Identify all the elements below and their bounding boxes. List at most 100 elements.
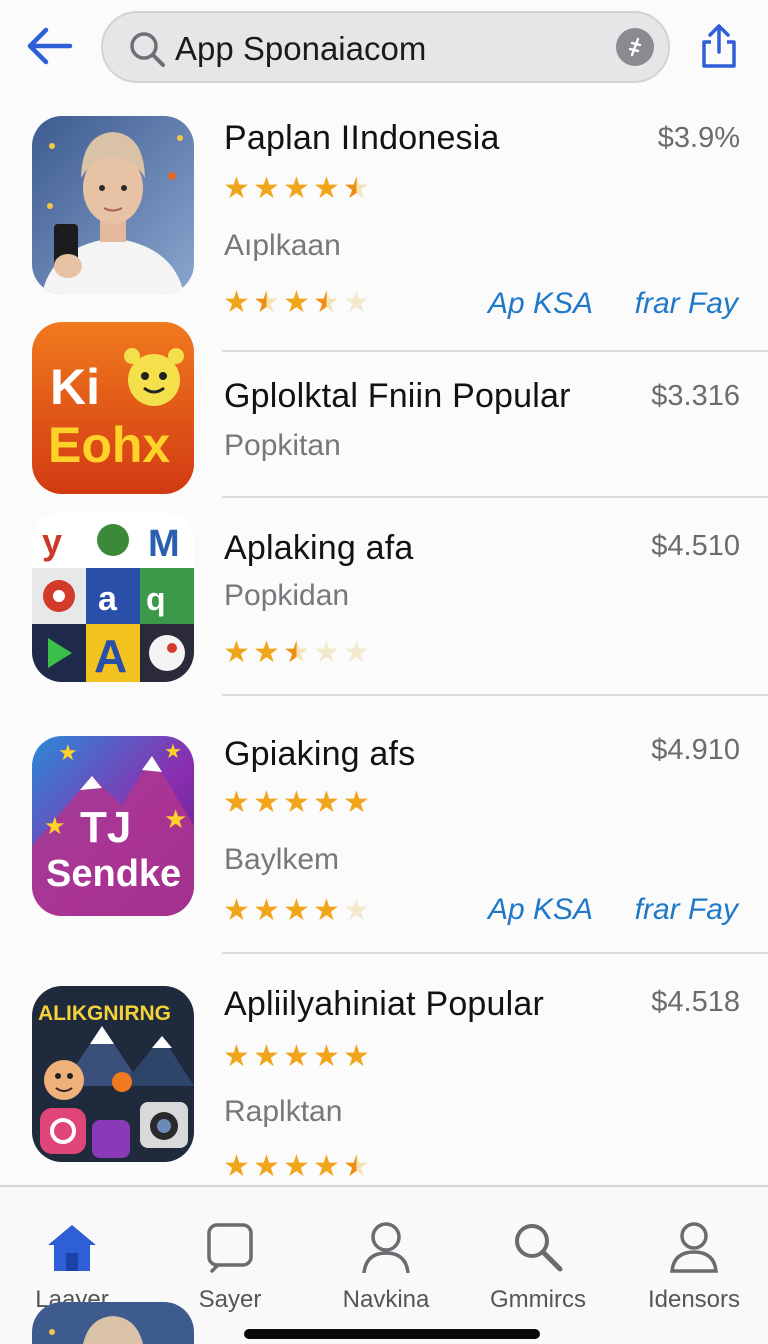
tab-gmmircs[interactable]: Gmmircs: [463, 1215, 613, 1315]
app-price[interactable]: $3.9%: [658, 120, 740, 156]
app-price[interactable]: $4.510: [651, 528, 740, 564]
star-icon: ★: [223, 636, 250, 669]
list-item[interactable]: ALIKGNIRNG Apliilyahiniat Popular $4.518…: [0, 954, 768, 1185]
tab-laayer[interactable]: Laayer: [0, 1215, 147, 1315]
tab-label: Gmmircs: [490, 1286, 586, 1313]
svg-text:★: ★: [44, 813, 66, 840]
app-link[interactable]: Ap KSA: [488, 892, 593, 928]
star-icon: ★: [253, 1150, 280, 1183]
star-empty-icon: ★: [343, 894, 370, 927]
star-empty-icon: ★: [343, 286, 370, 319]
app-logo-icon: ALIKGNIRNG: [32, 986, 194, 1162]
app-name: Gpiaking afs: [224, 735, 416, 773]
star-empty-icon: ★: [313, 636, 340, 669]
microphone-button[interactable]: [616, 28, 654, 66]
app-grid-icon: y M a q A: [32, 512, 194, 682]
icon-text: ALIKGNIRNG: [38, 1002, 171, 1025]
star-icon: ★: [313, 172, 340, 205]
home-icon: [48, 1225, 96, 1271]
star-icon: ★: [313, 786, 340, 819]
svg-text:A: A: [94, 630, 127, 682]
microphone-icon: [628, 37, 642, 57]
star-icon: ★: [223, 1040, 250, 1073]
star-icon: ★: [283, 172, 310, 205]
star-icon: ★: [283, 1150, 310, 1183]
svg-text:★: ★: [58, 740, 78, 765]
list-item[interactable]: ★ ★ ★ ★ TJ Sendke Gpiaking afs $4.910 ★ …: [0, 696, 768, 954]
star-icon: ★: [283, 286, 310, 319]
star-icon: ★: [313, 1150, 340, 1183]
star-icon: ★: [283, 894, 310, 927]
back-button[interactable]: [22, 22, 76, 70]
list-item[interactable]: y M a q A Aplaking afa $4.510 Popkidan ★…: [0, 498, 768, 696]
square-icon: [207, 1223, 253, 1273]
app-icon: Ki Eohx: [32, 322, 194, 494]
app-price[interactable]: $4.518: [651, 984, 740, 1020]
icon-text: Sendke: [46, 853, 181, 895]
icon-text: TJ: [80, 803, 131, 852]
share-icon: [702, 24, 736, 68]
tab-label: Navkina: [342, 1286, 430, 1313]
rating-stars: ★ ★ ★ ★ ★: [222, 288, 371, 318]
search-bar[interactable]: App Sponaiacom: [101, 11, 670, 83]
icon-text: Eohx: [48, 417, 170, 473]
app-icon: y M a q A: [32, 512, 194, 682]
app-name: Gplolktal Fniin Popular: [224, 377, 571, 415]
search-icon: [515, 1224, 563, 1272]
app-price[interactable]: $4.910: [651, 732, 740, 768]
app-name: Paplan IIndonesia: [224, 119, 500, 157]
star-icon: ★: [253, 636, 280, 669]
star-icon: ★: [223, 286, 250, 319]
star-icon: ★: [283, 786, 310, 819]
star-icon: ★: [313, 894, 340, 927]
search-input[interactable]: App Sponaiacom: [175, 29, 426, 69]
star-icon: ★: [343, 786, 370, 819]
app-logo-icon: Ki Eohx: [32, 322, 194, 494]
star-half-icon: ★: [283, 636, 310, 669]
list-item[interactable]: Paplan IIndonesia $3.9% ★ ★ ★ ★ ★ Aıplka…: [0, 100, 768, 352]
star-icon: ★: [223, 894, 250, 927]
search-icon: [130, 32, 165, 67]
tab-sayer[interactable]: Sayer: [155, 1215, 305, 1315]
star-icon: ★: [223, 786, 250, 819]
app-subtitle: Raplktan: [224, 1095, 343, 1128]
top-bar: App Sponaiacom: [0, 0, 768, 100]
rating-stars: ★ ★ ★ ★ ★: [222, 174, 371, 204]
star-icon: ★: [313, 1040, 340, 1073]
app-icon-peek: [32, 1302, 194, 1344]
svg-text:a: a: [98, 580, 118, 618]
star-icon: ★: [253, 172, 280, 205]
star-empty-icon: ★: [343, 636, 370, 669]
person-portrait-icon: [32, 116, 194, 294]
tab-label: Idensors: [647, 1286, 741, 1313]
rating-stars: ★ ★ ★ ★ ★: [222, 1042, 371, 1072]
app-link[interactable]: Ap KSA: [488, 286, 593, 322]
app-link[interactable]: frar Fay: [635, 892, 738, 928]
app-subtitle: Popkidan: [224, 579, 350, 612]
star-half-icon: ★: [253, 286, 280, 319]
app-subtitle: Popkitan: [224, 429, 341, 462]
home-indicator: [244, 1329, 540, 1339]
star-icon: ★: [343, 1040, 370, 1073]
svg-text:y: y: [42, 521, 62, 562]
svg-text:M: M: [148, 523, 180, 565]
app-name: Aplaking afa: [224, 529, 414, 567]
app-icon: ★ ★ ★ ★ TJ Sendke: [32, 736, 194, 916]
star-icon: ★: [283, 1040, 310, 1073]
app-list: Paplan IIndonesia $3.9% ★ ★ ★ ★ ★ Aıplka…: [0, 100, 768, 1185]
app-icon: [32, 116, 194, 294]
app-link[interactable]: frar Fay: [635, 286, 738, 322]
star-half-icon: ★: [343, 172, 370, 205]
star-icon: ★: [223, 1150, 250, 1183]
star-icon: ★: [253, 786, 280, 819]
tab-navkina[interactable]: Navkina: [311, 1215, 461, 1315]
share-button[interactable]: [696, 20, 742, 72]
app-icon: ALIKGNIRNG: [32, 986, 194, 1162]
tab-idensors[interactable]: Idensors: [619, 1215, 768, 1315]
list-item[interactable]: Ki Eohx Gplolktal Fniin Popular $3.316 P…: [0, 322, 768, 498]
svg-text:★: ★: [164, 804, 187, 834]
person-icon: [362, 1222, 410, 1274]
svg-text:★: ★: [164, 741, 182, 763]
app-price[interactable]: $3.316: [651, 378, 740, 414]
star-icon: ★: [253, 1040, 280, 1073]
